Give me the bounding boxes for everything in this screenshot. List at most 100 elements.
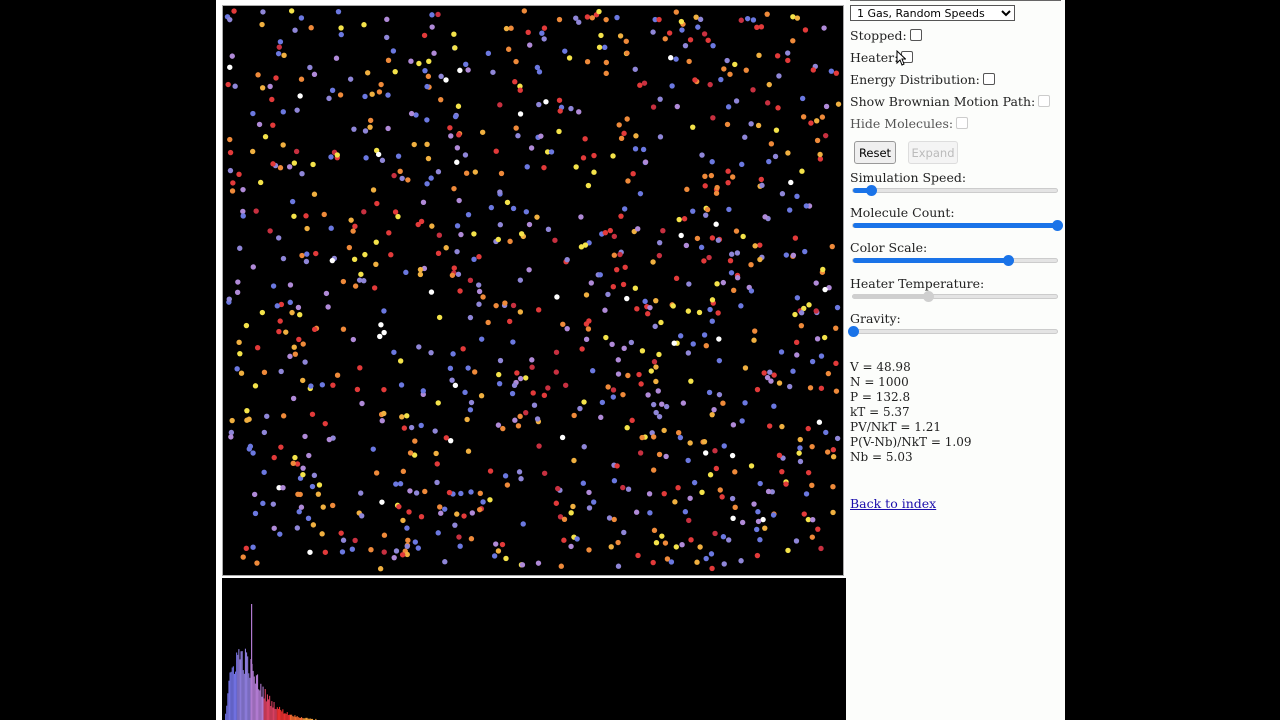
molecule [529, 364, 535, 370]
stopped-checkbox[interactable] [909, 28, 922, 41]
color-thumb[interactable] [1003, 255, 1015, 266]
molecule [386, 230, 392, 236]
molecule [588, 280, 594, 286]
count-slider[interactable] [852, 220, 1063, 231]
molecule [250, 264, 256, 270]
molecule [773, 127, 780, 133]
molecule [404, 525, 410, 531]
molecule [458, 490, 464, 497]
molecule [656, 252, 663, 259]
molecule [813, 280, 819, 286]
molecule [687, 37, 694, 43]
molecule [734, 275, 741, 281]
molecule [668, 55, 674, 61]
heater-temp-thumb[interactable] [923, 291, 935, 302]
histogram-bar [247, 656, 249, 720]
molecule [650, 559, 656, 566]
molecule [243, 545, 249, 551]
molecule [616, 122, 622, 128]
molecule [391, 554, 397, 561]
molecule [513, 125, 519, 131]
molecule [779, 191, 786, 197]
histogram-bar [244, 648, 246, 720]
histogram-bar [262, 686, 264, 720]
molecule [794, 352, 800, 358]
molecule [729, 495, 736, 502]
molecule [759, 182, 765, 189]
molecule [809, 534, 816, 540]
molecule [751, 501, 757, 507]
molecule [556, 97, 563, 103]
gravity-slider[interactable] [848, 326, 1058, 337]
heater-temp-slider[interactable] [852, 291, 1058, 302]
molecule [384, 16, 390, 23]
molecule [622, 264, 628, 270]
molecule [611, 478, 618, 484]
molecule [743, 67, 749, 73]
molecule [690, 341, 696, 347]
molecule [297, 491, 303, 498]
speed-thumb[interactable] [866, 185, 878, 196]
molecule [270, 161, 276, 167]
gravity-thumb[interactable] [848, 326, 859, 337]
molecule [584, 14, 591, 20]
molecule [431, 50, 437, 56]
molecule [227, 149, 234, 156]
molecule [395, 153, 402, 159]
expand-button[interactable]: Expand [908, 141, 958, 164]
molecule [720, 279, 727, 286]
molecule [690, 124, 696, 130]
histogram-bar [246, 652, 248, 720]
back-to-index-link[interactable]: Back to index [850, 496, 936, 511]
molecule [299, 252, 305, 259]
molecule [249, 148, 256, 155]
molecule [326, 95, 332, 102]
molecule [738, 17, 744, 23]
molecule [715, 310, 721, 316]
molecule [624, 295, 630, 302]
molecule [818, 545, 824, 552]
molecule [308, 383, 314, 389]
molecule [298, 76, 305, 82]
brownian-checkbox[interactable] [1038, 94, 1051, 107]
speed-slider[interactable] [852, 185, 1058, 196]
molecule [435, 169, 442, 175]
molecule [330, 382, 336, 388]
molecule [607, 227, 614, 234]
molecule [322, 549, 329, 555]
molecule [655, 388, 661, 394]
molecule [695, 24, 701, 30]
molecule [231, 8, 237, 14]
count-thumb[interactable] [1052, 220, 1063, 231]
molecule [234, 289, 241, 295]
simulation-canvas[interactable] [222, 5, 844, 576]
energy-distribution-checkbox[interactable] [982, 72, 995, 85]
molecule [835, 101, 842, 107]
molecule [754, 24, 760, 31]
molecule [476, 254, 482, 260]
molecule [467, 314, 474, 321]
mode-select[interactable]: 1 Gas, Random Speeds [850, 5, 1015, 21]
molecule [497, 357, 504, 364]
hide-molecules-checkbox[interactable] [956, 116, 969, 129]
molecule [319, 531, 325, 537]
molecule [529, 357, 535, 363]
molecule [636, 371, 642, 378]
histogram-bar [228, 680, 230, 720]
molecule [399, 552, 406, 558]
molecule [277, 165, 284, 171]
reset-button[interactable]: Reset [854, 141, 896, 164]
molecule [391, 349, 397, 355]
color-slider[interactable] [852, 255, 1058, 266]
molecule [556, 128, 562, 135]
molecule [257, 179, 264, 186]
molecule [435, 11, 441, 18]
histogram-bar [279, 706, 281, 720]
molecule [535, 560, 542, 566]
molecule [686, 517, 692, 524]
molecule [794, 15, 801, 21]
molecule [635, 552, 641, 559]
molecule [244, 417, 250, 423]
molecule [490, 69, 496, 75]
molecule [716, 357, 723, 364]
